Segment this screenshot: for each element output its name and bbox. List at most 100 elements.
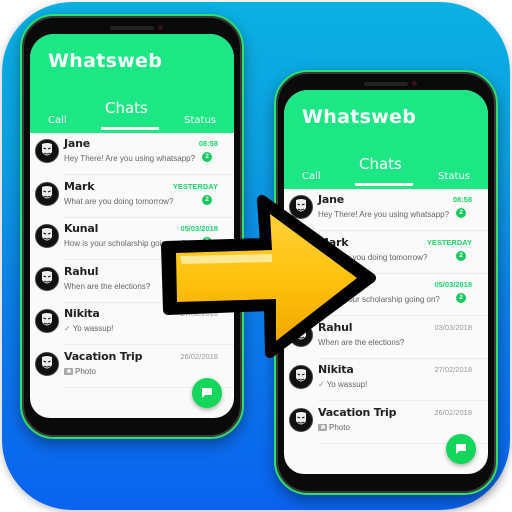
phone-screen: Whatsweb Call Chats Status Jane Hey There…: [30, 34, 234, 418]
mask-avatar-icon: [296, 369, 306, 382]
app-header: Whatsweb Call Chats Status: [30, 34, 234, 133]
chat-preview-text: Yo wassup!: [72, 324, 114, 333]
avatar: [35, 224, 59, 248]
chat-name: Nikita: [318, 363, 354, 376]
avatar: [289, 237, 313, 262]
camera-icon: [64, 367, 73, 375]
speaker-grille: [110, 26, 154, 30]
chat-time: YESTERDAY: [172, 181, 218, 191]
mask-avatar-icon: [296, 284, 306, 297]
mask-avatar-icon: [42, 228, 52, 241]
chat-time: 27/02/2018: [180, 309, 218, 318]
new-chat-button[interactable]: [446, 434, 476, 464]
chat-preview-text: What are you doing tomorrow?: [64, 196, 174, 206]
mask-avatar-icon: [296, 199, 306, 212]
chat-row[interactable]: Kunal How is your scholarship going on? 05…: [30, 218, 234, 260]
mask-avatar-icon: [42, 355, 52, 368]
front-camera: [158, 25, 163, 30]
chat-time: YESTERDAY: [426, 237, 472, 247]
chat-name: Kunal: [64, 222, 99, 235]
app-title: Whatsweb: [302, 106, 417, 128]
chat-row[interactable]: Mark What are you doing tomorrow? YESTERDA…: [30, 176, 234, 218]
unread-badge: 2: [202, 194, 212, 205]
avatar: [35, 139, 59, 163]
chat-name: Mark: [64, 179, 95, 193]
avatar: [289, 365, 313, 389]
chat-row[interactable]: Mark What are you doing tomorrow? YESTERDA…: [284, 232, 488, 274]
tab-status[interactable]: Status: [184, 115, 216, 126]
mask-avatar-icon: [296, 326, 306, 339]
chat-time: 03/03/2018: [434, 322, 472, 332]
chat-preview: What are you doing tomorrow?: [318, 253, 427, 262]
chat-name: Jane: [318, 193, 345, 206]
chat-bubble-icon: [456, 444, 466, 454]
chat-preview-text: Hey There! Are you using whatsapp?: [318, 210, 450, 219]
tab-status[interactable]: Status: [438, 171, 470, 182]
avatar: [35, 309, 59, 333]
tab-chats[interactable]: Chats: [359, 155, 402, 173]
chat-row[interactable]: Nikita ✓ Yo wassup! 27/02/2018: [30, 303, 234, 345]
check-icon: ✓: [318, 380, 325, 389]
app-title: Whatsweb: [48, 50, 163, 72]
avatar: [35, 266, 59, 291]
unread-badge: 2: [202, 237, 212, 247]
chat-time: 26/02/2018: [180, 351, 218, 361]
mask-avatar-icon: [42, 313, 52, 326]
chat-time: 27/02/2018: [434, 365, 472, 374]
chat-time: 05/03/2018: [180, 224, 218, 233]
chat-preview: How is your scholarship going on?: [64, 239, 186, 248]
chat-preview: How is your scholarship going on?: [318, 295, 440, 304]
chat-row[interactable]: Rahul When are the elections? 03/03/2018: [284, 317, 488, 359]
chat-preview-text: When are the elections?: [64, 281, 151, 291]
tab-chats[interactable]: Chats: [105, 99, 148, 117]
chat-preview: What are you doing tomorrow?: [64, 197, 173, 206]
mask-avatar-icon: [42, 143, 52, 156]
tab-call[interactable]: Call: [48, 115, 67, 126]
chat-preview: Photo: [318, 423, 350, 432]
unread-badge: 2: [202, 152, 212, 162]
tab-call[interactable]: Call: [302, 171, 321, 182]
chat-preview-text: What are you doing tomorrow?: [318, 252, 428, 262]
chat-row[interactable]: Jane Hey There! Are you using whatsapp? 08…: [284, 189, 488, 231]
avatar: [289, 280, 313, 304]
unread-badge: 2: [456, 208, 466, 218]
chat-preview: ✓ Yo wassup!: [318, 380, 367, 389]
chat-time: 08:58: [198, 139, 218, 148]
chat-row[interactable]: Jane Hey There! Are you using whatsapp? 08…: [30, 133, 234, 175]
phone-before: Whatsweb Call Chats Status Jane Hey There…: [20, 14, 244, 439]
chat-preview-text: Yo wassup!: [326, 380, 368, 389]
camera-icon: [318, 423, 327, 431]
chat-bubble-icon: [202, 388, 212, 398]
front-camera: [412, 81, 417, 86]
chat-time: 08:58: [452, 195, 472, 204]
chat-preview: Hey There! Are you using whatsapp?: [64, 154, 195, 163]
unread-badge: 2: [456, 250, 466, 261]
chat-row[interactable]: Kunal How is your scholarship going on? 05…: [284, 274, 488, 316]
chat-preview: Hey There! Are you using whatsapp?: [318, 210, 449, 219]
chat-row[interactable]: Nikita ✓ Yo wassup! 27/02/2018: [284, 359, 488, 401]
phone-screen: Whatsweb Call Chats Status Jane Hey There…: [284, 90, 488, 474]
chat-preview-text: Hey There! Are you using whatsapp?: [64, 154, 196, 163]
chat-preview-text: Photo: [329, 422, 350, 432]
chat-preview: When are the elections?: [64, 282, 150, 291]
active-tab-indicator: [101, 127, 159, 130]
chat-preview: Photo: [64, 367, 96, 376]
check-icon: ✓: [64, 324, 71, 333]
avatar: [289, 195, 313, 219]
chat-name: Vacation Trip: [64, 349, 143, 363]
active-tab-indicator: [355, 183, 413, 186]
chat-name: Vacation Trip: [318, 405, 397, 419]
avatar: [35, 181, 59, 206]
chat-name: Mark: [318, 235, 349, 249]
unread-badge: 2: [456, 293, 466, 303]
new-chat-button[interactable]: [192, 378, 222, 408]
avatar: [35, 351, 59, 376]
chat-preview-text: How is your scholarship going on?: [318, 295, 440, 304]
chat-time: 05/03/2018: [434, 280, 472, 289]
chat-row[interactable]: Rahul When are the elections? 03/03/2018: [30, 261, 234, 303]
chat-name: Rahul: [64, 264, 99, 278]
chat-name: Rahul: [318, 320, 353, 334]
speaker-grille: [364, 82, 408, 86]
avatar: [289, 322, 313, 347]
mask-avatar-icon: [296, 241, 306, 254]
